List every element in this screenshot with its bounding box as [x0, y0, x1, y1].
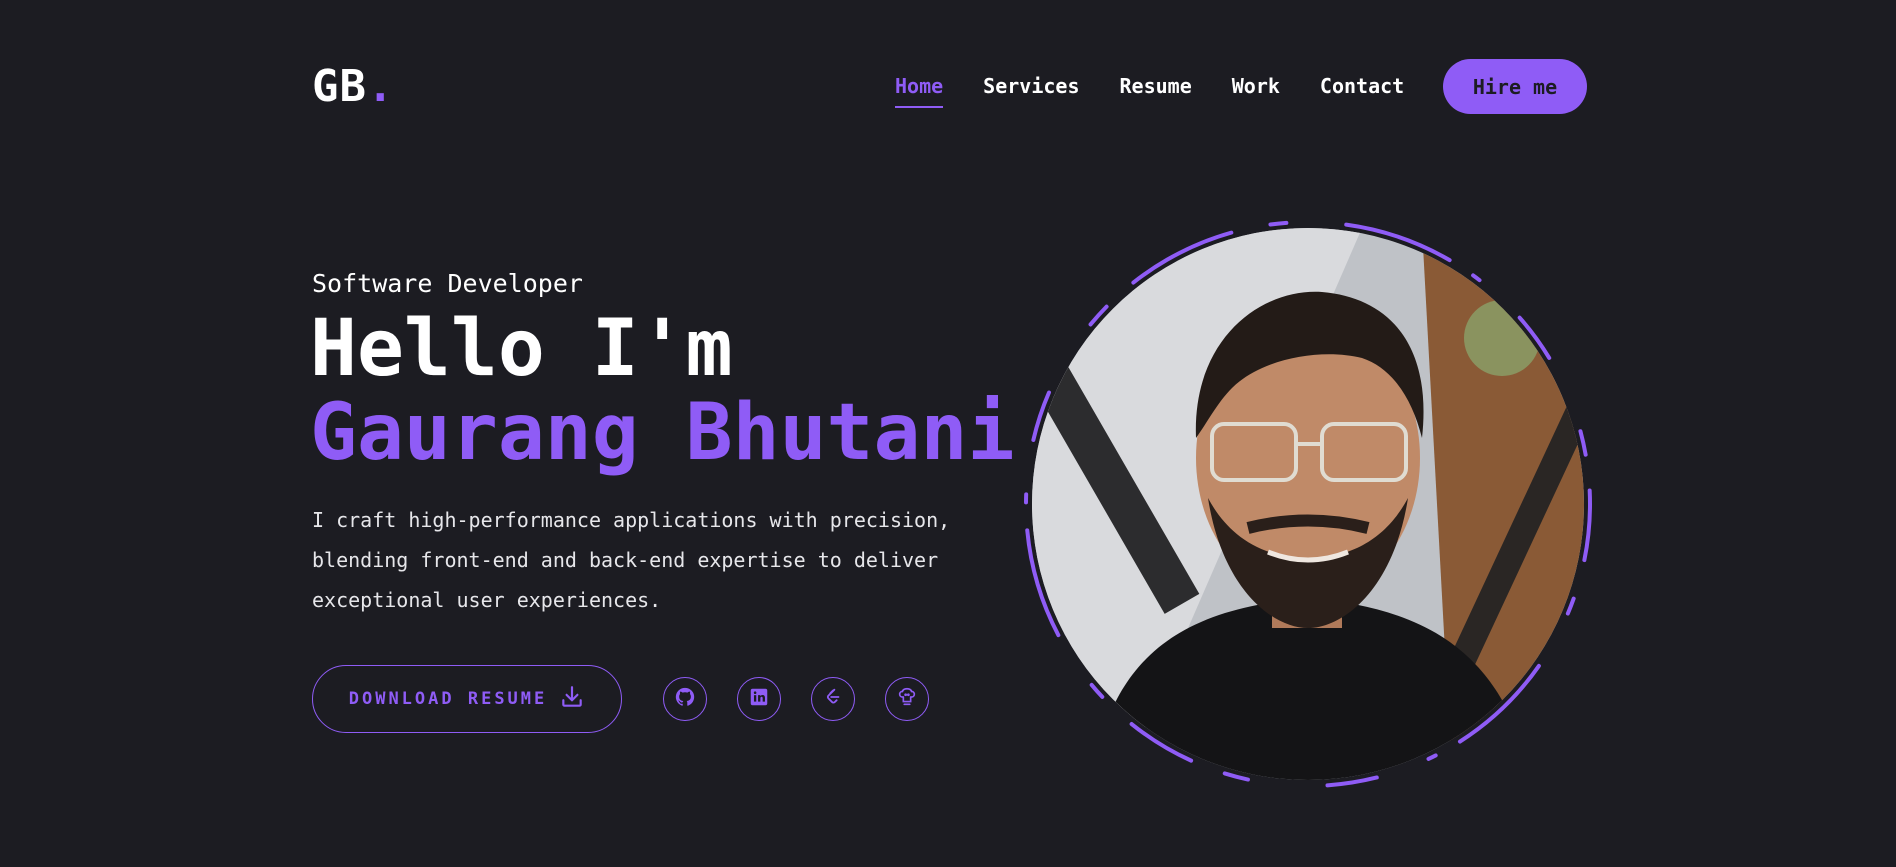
download-icon [559, 684, 585, 715]
hero-description: I craft high-performance applications wi… [312, 508, 951, 612]
nav-item-home[interactable]: Home [895, 72, 944, 108]
logo-text: GB [312, 61, 367, 112]
codechef-link[interactable] [885, 677, 929, 721]
logo[interactable]: GB. [312, 60, 394, 114]
leetcode-link[interactable] [811, 677, 855, 721]
portfolio-page: GB. Home Services Resume Work Contact Hi… [0, 0, 1896, 867]
main-nav: Home Services Resume Work Contact [895, 72, 1404, 108]
leetcode-icon [822, 686, 844, 712]
download-resume-button[interactable]: DOWNLOAD RESUME [312, 665, 622, 733]
download-resume-label: DOWNLOAD RESUME [348, 689, 548, 709]
logo-dot: . [366, 61, 395, 112]
linkedin-icon [748, 686, 770, 712]
linkedin-link[interactable] [737, 677, 781, 721]
github-link[interactable] [663, 677, 707, 721]
nav-item-services[interactable]: Services [983, 72, 1079, 106]
name-heading: Gaurang Bhutani [310, 388, 1015, 478]
dashed-ring [1024, 220, 1592, 788]
codechef-icon [896, 686, 918, 712]
portrait [1010, 210, 1600, 800]
nav-item-resume[interactable]: Resume [1120, 72, 1192, 106]
greeting-heading: Hello I'm [310, 304, 733, 394]
nav-item-work[interactable]: Work [1232, 72, 1280, 106]
hire-me-button[interactable]: Hire me [1443, 59, 1587, 114]
role-title: Software Developer [312, 269, 583, 298]
social-links [663, 677, 929, 721]
github-icon [674, 686, 696, 712]
nav-item-contact[interactable]: Contact [1320, 72, 1404, 106]
